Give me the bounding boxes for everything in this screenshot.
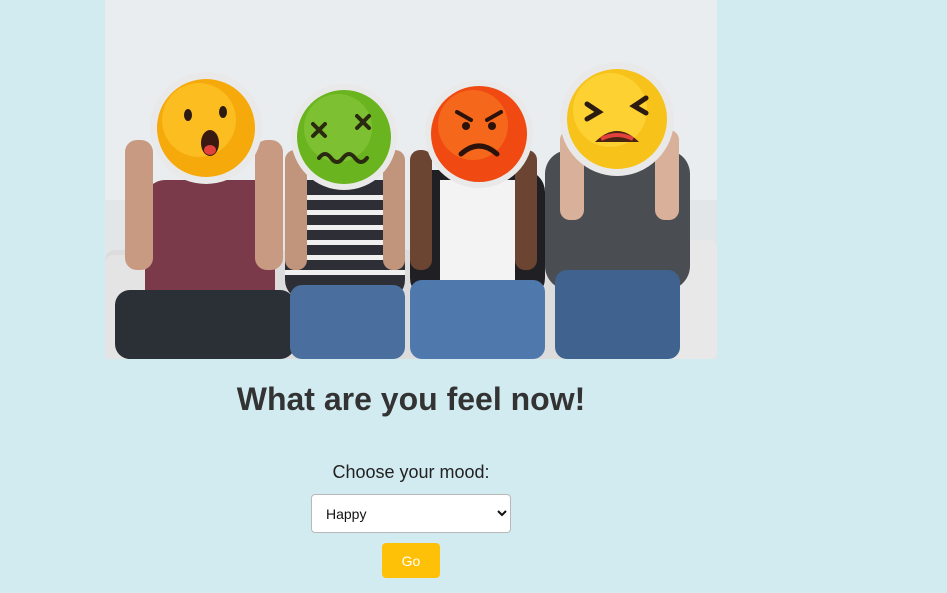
hero-image [105, 0, 717, 359]
mood-label: Choose your mood: [332, 462, 490, 482]
go-button[interactable]: Go [382, 543, 440, 578]
page: What are you feel now! Choose your mood:… [0, 0, 947, 593]
mood-select[interactable]: Happy [311, 494, 511, 533]
page-title: What are you feel now! [236, 381, 586, 417]
